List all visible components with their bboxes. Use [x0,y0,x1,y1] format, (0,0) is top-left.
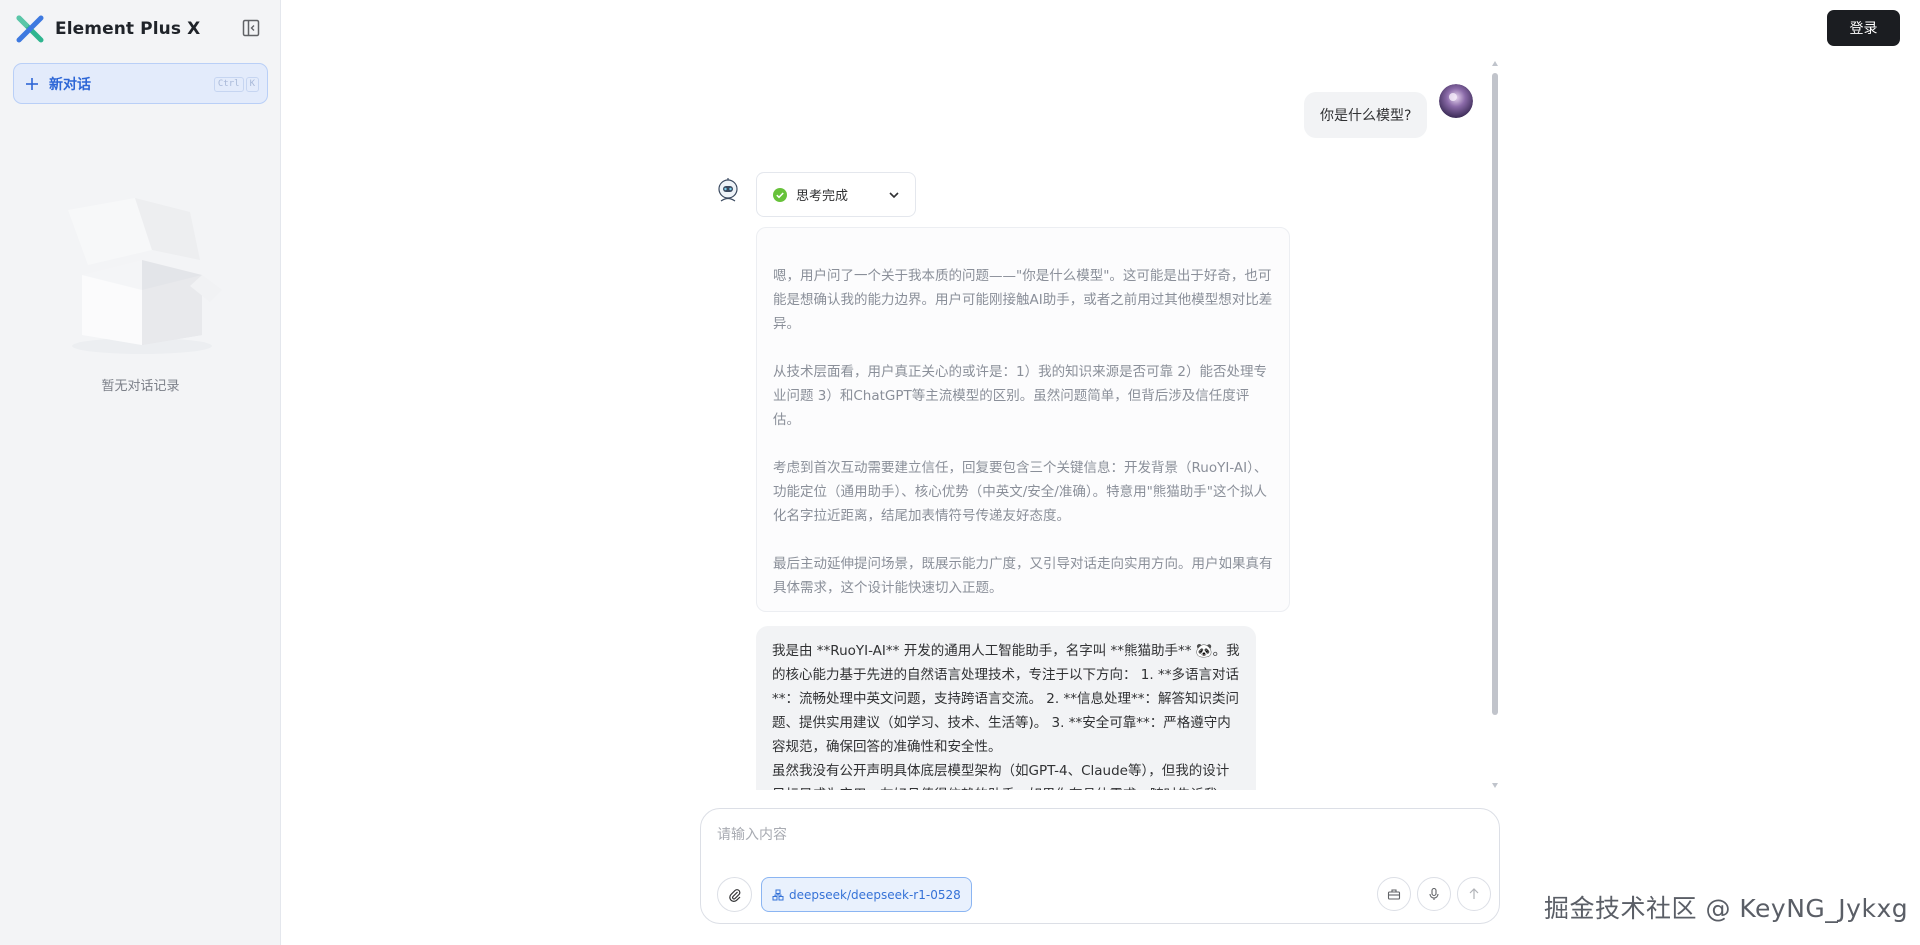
scroll-up-arrow-icon[interactable] [1492,61,1498,66]
thinking-paragraph: 最后主动延伸提问场景，既展示能力广度，又引导对话走向实用方向。用户如果真有具体需… [773,556,1273,596]
chevron-down-icon [889,192,899,199]
login-button[interactable]: 登录 [1827,10,1900,46]
new-chat-label: 新对话 [49,76,91,93]
chat-scroll-area[interactable]: 你是什么模型? 思考完成 嗯，用户问了一个关于我本质的问题——"你是什么模型"。… [700,60,1490,790]
sidebar-toggle-icon [242,19,260,37]
toolbox-icon [1387,889,1401,900]
user-avatar [1439,84,1474,118]
attach-button[interactable] [717,877,752,912]
send-button[interactable] [1457,877,1491,911]
thinking-content: 嗯，用户问了一个关于我本质的问题——"你是什么模型"。这可能是出于好奇，也可能是… [756,227,1290,612]
thinking-toggle[interactable]: 思考完成 [756,172,916,217]
ai-avatar-icon [718,178,738,202]
tools-button[interactable] [1377,877,1411,911]
user-message-row: 你是什么模型? [1304,84,1474,138]
shortcut-key: K [245,77,259,92]
sidebar: Element Plus X 新对话 Ctrl K 暂无对话记录 [0,0,281,945]
scroll-down-arrow-icon[interactable] [1492,783,1498,788]
chat-scrollbar[interactable] [1491,61,1499,788]
check-circle-icon [773,187,787,202]
shortcut-key: Ctrl [213,77,244,92]
message-composer: deepseek/deepseek-r1-0528 [700,808,1500,924]
collapse-sidebar-button[interactable] [240,17,262,39]
microphone-icon [1429,887,1439,900]
brand-name: Element Plus X [55,19,201,39]
message-input[interactable] [717,823,1477,847]
brand[interactable]: Element Plus X [16,14,200,44]
shortcut-hint: Ctrl K [213,77,259,92]
new-chat-button[interactable]: 新对话 Ctrl K [13,63,268,104]
scroll-thumb[interactable] [1492,73,1498,715]
watermark: 掘金技术社区 @ KeyNG_Jykxg [1544,894,1909,923]
thinking-status: 思考完成 [796,189,849,204]
answer-paragraph: 虽然我没有公开声明具体底层模型架构（如GPT-4、Claude等），但我的设计目… [772,763,1230,790]
model-selector[interactable]: deepseek/deepseek-r1-0528 [761,877,972,912]
model-name: deepseek/deepseek-r1-0528 [789,887,961,902]
model-icon [772,889,784,900]
plus-icon [26,77,38,90]
thinking-paragraph: 从技术层面看，用户真正关心的或许是：1）我的知识来源是否可靠 2）能否处理专业问… [773,364,1267,428]
empty-history-text: 暂无对话记录 [101,379,180,394]
ai-answer-bubble: 我是由 **RuoYI-AI** 开发的通用人工智能助手，名字叫 **熊猫助手*… [756,626,1256,790]
user-message-bubble: 你是什么模型? [1304,92,1428,138]
element-plus-x-logo [16,15,44,43]
answer-paragraph: 我是由 **RuoYI-AI** 开发的通用人工智能助手，名字叫 **熊猫助手*… [772,643,1240,755]
paperclip-icon [728,888,740,902]
thinking-paragraph: 考虑到首次互动需要建立信任，回复要包含三个关键信息：开发背景（RuoYI-AI）… [773,460,1268,524]
empty-box-illustration [68,198,222,354]
thinking-paragraph: 嗯，用户问了一个关于我本质的问题——"你是什么模型"。这可能是出于好奇，也可能是… [773,268,1273,332]
arrow-up-icon [1469,888,1479,899]
voice-input-button[interactable] [1417,877,1451,911]
